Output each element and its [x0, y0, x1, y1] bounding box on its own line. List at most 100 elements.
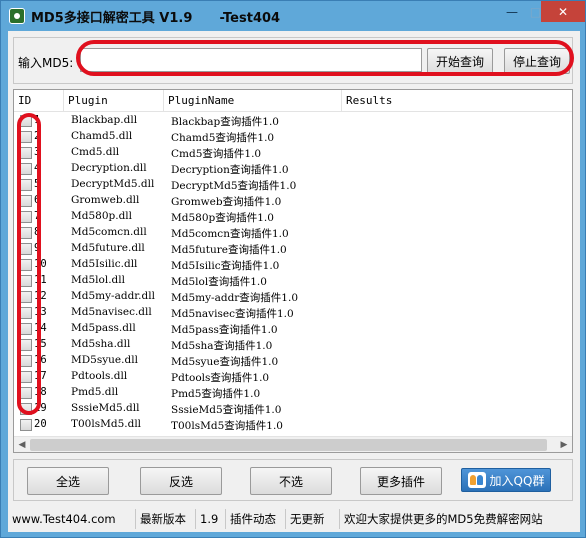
row-checkbox[interactable] [20, 419, 32, 431]
row-id: 3 [34, 146, 41, 158]
table-row[interactable]: 4 Decryption.dll Decryption查询插件1.0 [14, 161, 572, 177]
row-plugin-name: Md5Isilic查询插件1.0 [171, 260, 280, 272]
row-checkbox[interactable] [20, 291, 32, 303]
status-plugin-news-label: 插件动态 [226, 509, 286, 529]
row-plugin: DecryptMd5.dll [71, 178, 155, 190]
invert-selection-button[interactable]: 反选 [140, 467, 222, 495]
row-id: 9 [34, 242, 41, 254]
status-welcome: 欢迎大家提供更多的MD5免费解密网站 [344, 512, 543, 526]
row-checkbox[interactable] [20, 115, 32, 127]
row-plugin-name: Md5sha查询插件1.0 [171, 340, 273, 352]
row-plugin-name: DecryptMd5查询插件1.0 [171, 180, 297, 192]
select-none-button[interactable]: 不选 [250, 467, 332, 495]
row-checkbox[interactable] [20, 163, 32, 175]
row-checkbox[interactable] [20, 403, 32, 415]
row-checkbox[interactable] [20, 179, 32, 191]
column-header-plugin-name[interactable]: PluginName [164, 90, 342, 112]
column-header-results[interactable]: Results [342, 90, 572, 112]
row-id: 6 [34, 194, 41, 206]
row-plugin: Pdtools.dll [71, 370, 128, 382]
row-checkbox[interactable] [20, 147, 32, 159]
row-plugin-name: SssieMd5查询插件1.0 [171, 404, 282, 416]
row-plugin: T00lsMd5.dll [71, 418, 142, 430]
table-row[interactable]: 5 DecryptMd5.dll DecryptMd5查询插件1.0 [14, 177, 572, 193]
table-row[interactable]: 2 Chamd5.dll Chamd5查询插件1.0 [14, 129, 572, 145]
table-row[interactable]: 10 Md5Isilic.dll Md5Isilic查询插件1.0 [14, 257, 572, 273]
start-query-button[interactable]: 开始查询 [427, 48, 493, 74]
join-qq-group-button[interactable]: 加入QQ群 [461, 468, 551, 492]
scroll-left-icon[interactable]: ◀ [14, 437, 30, 452]
row-plugin-name: Pdtools查询插件1.0 [171, 372, 270, 384]
row-plugin: SssieMd5.dll [71, 402, 140, 414]
plugin-list[interactable]: ID Plugin PluginName Results 1 Blackbap.d… [13, 89, 573, 453]
status-version: 1.9 [196, 509, 226, 529]
table-row[interactable]: 20 T00lsMd5.dll T00lsMd5查询插件1.0 [14, 417, 572, 433]
row-checkbox[interactable] [20, 323, 32, 335]
table-row[interactable]: 17 Pdtools.dll Pdtools查询插件1.0 [14, 369, 572, 385]
row-plugin-name: Cmd5查询插件1.0 [171, 148, 262, 160]
row-plugin-name: Decryption查询插件1.0 [171, 164, 289, 176]
md5-label: 输入MD5: [18, 56, 74, 70]
close-button[interactable]: ✕ [541, 1, 585, 22]
row-plugin-name: Gromweb查询插件1.0 [171, 196, 282, 208]
row-checkbox[interactable] [20, 211, 32, 223]
select-all-button[interactable]: 全选 [27, 467, 109, 495]
row-checkbox[interactable] [20, 387, 32, 399]
table-row[interactable]: 15 Md5sha.dll Md5sha查询插件1.0 [14, 337, 572, 353]
row-plugin: Md5pass.dll [71, 322, 136, 334]
table-row[interactable]: 6 Gromweb.dll Gromweb查询插件1.0 [14, 193, 572, 209]
qq-users-icon [467, 472, 486, 488]
row-plugin: MD5syue.dll [71, 354, 138, 366]
scroll-thumb[interactable] [30, 439, 547, 451]
table-row[interactable]: 9 Md5future.dll Md5future查询插件1.0 [14, 241, 572, 257]
row-checkbox[interactable] [20, 339, 32, 351]
table-row[interactable]: 12 Md5my-addr.dll Md5my-addr查询插件1.0 [14, 289, 572, 305]
row-plugin: Chamd5.dll [71, 130, 133, 142]
row-id: 4 [34, 162, 41, 174]
title-bar[interactable]: MD5多接口解密工具 V1.9 -Test404 — □ ✕ [1, 1, 585, 31]
table-row[interactable]: 11 Md5lol.dll Md5lol查询插件1.0 [14, 273, 572, 289]
table-row[interactable]: 18 Pmd5.dll Pmd5查询插件1.0 [14, 385, 572, 401]
row-checkbox[interactable] [20, 275, 32, 287]
row-plugin-name: Pmd5查询插件1.0 [171, 388, 261, 400]
row-checkbox[interactable] [20, 195, 32, 207]
table-row[interactable]: 19 SssieMd5.dll SssieMd5查询插件1.0 [14, 401, 572, 417]
row-checkbox[interactable] [20, 131, 32, 143]
row-checkbox[interactable] [20, 259, 32, 271]
more-plugins-button[interactable]: 更多插件 [360, 467, 442, 495]
table-row[interactable]: 1 Blackbap.dll Blackbap查询插件1.0 [14, 113, 572, 129]
row-id: 11 [34, 274, 47, 286]
scroll-right-icon[interactable]: ▶ [556, 437, 572, 452]
row-plugin: Md580p.dll [71, 210, 133, 222]
minimize-button[interactable]: — [498, 1, 526, 22]
list-header: ID Plugin PluginName Results [14, 90, 572, 112]
row-plugin: Blackbap.dll [71, 114, 138, 126]
table-row[interactable]: 8 Md5comcn.dll Md5comcn查询插件1.0 [14, 225, 572, 241]
status-latest-version-label: 最新版本 [136, 509, 196, 529]
row-checkbox[interactable] [20, 355, 32, 367]
row-checkbox[interactable] [20, 307, 32, 319]
table-row[interactable]: 13 Md5navisec.dll Md5navisec查询插件1.0 [14, 305, 572, 321]
row-plugin: Md5navisec.dll [71, 306, 152, 318]
row-plugin: Pmd5.dll [71, 386, 119, 398]
table-row[interactable]: 16 MD5syue.dll Md5syue查询插件1.0 [14, 353, 572, 369]
row-id: 15 [34, 338, 47, 350]
horizontal-scrollbar[interactable]: ◀ ▶ [14, 436, 572, 452]
column-header-id[interactable]: ID [14, 90, 64, 112]
md5-input[interactable] [80, 48, 422, 72]
stop-query-button[interactable]: 停止查询 [504, 48, 570, 74]
column-header-plugin[interactable]: Plugin [64, 90, 164, 112]
row-checkbox[interactable] [20, 243, 32, 255]
row-id: 18 [34, 386, 47, 398]
row-checkbox[interactable] [20, 371, 32, 383]
row-plugin-name: T00lsMd5查询插件1.0 [171, 420, 283, 432]
row-checkbox[interactable] [20, 227, 32, 239]
table-row[interactable]: 14 Md5pass.dll Md5pass查询插件1.0 [14, 321, 572, 337]
join-qq-group-label: 加入QQ群 [489, 473, 545, 488]
table-row[interactable]: 3 Cmd5.dll Cmd5查询插件1.0 [14, 145, 572, 161]
status-bar: www.Test404.com 最新版本 1.9 插件动态 无更新 欢迎大家提供… [8, 509, 580, 529]
window-title: MD5多接口解密工具 V1.9 -Test404 [31, 11, 281, 26]
row-plugin: Decryption.dll [71, 162, 147, 174]
table-row[interactable]: 7 Md580p.dll Md580p查询插件1.0 [14, 209, 572, 225]
plugin-rows: 1 Blackbap.dll Blackbap查询插件1.0 2 Chamd5.dll C… [14, 113, 572, 433]
